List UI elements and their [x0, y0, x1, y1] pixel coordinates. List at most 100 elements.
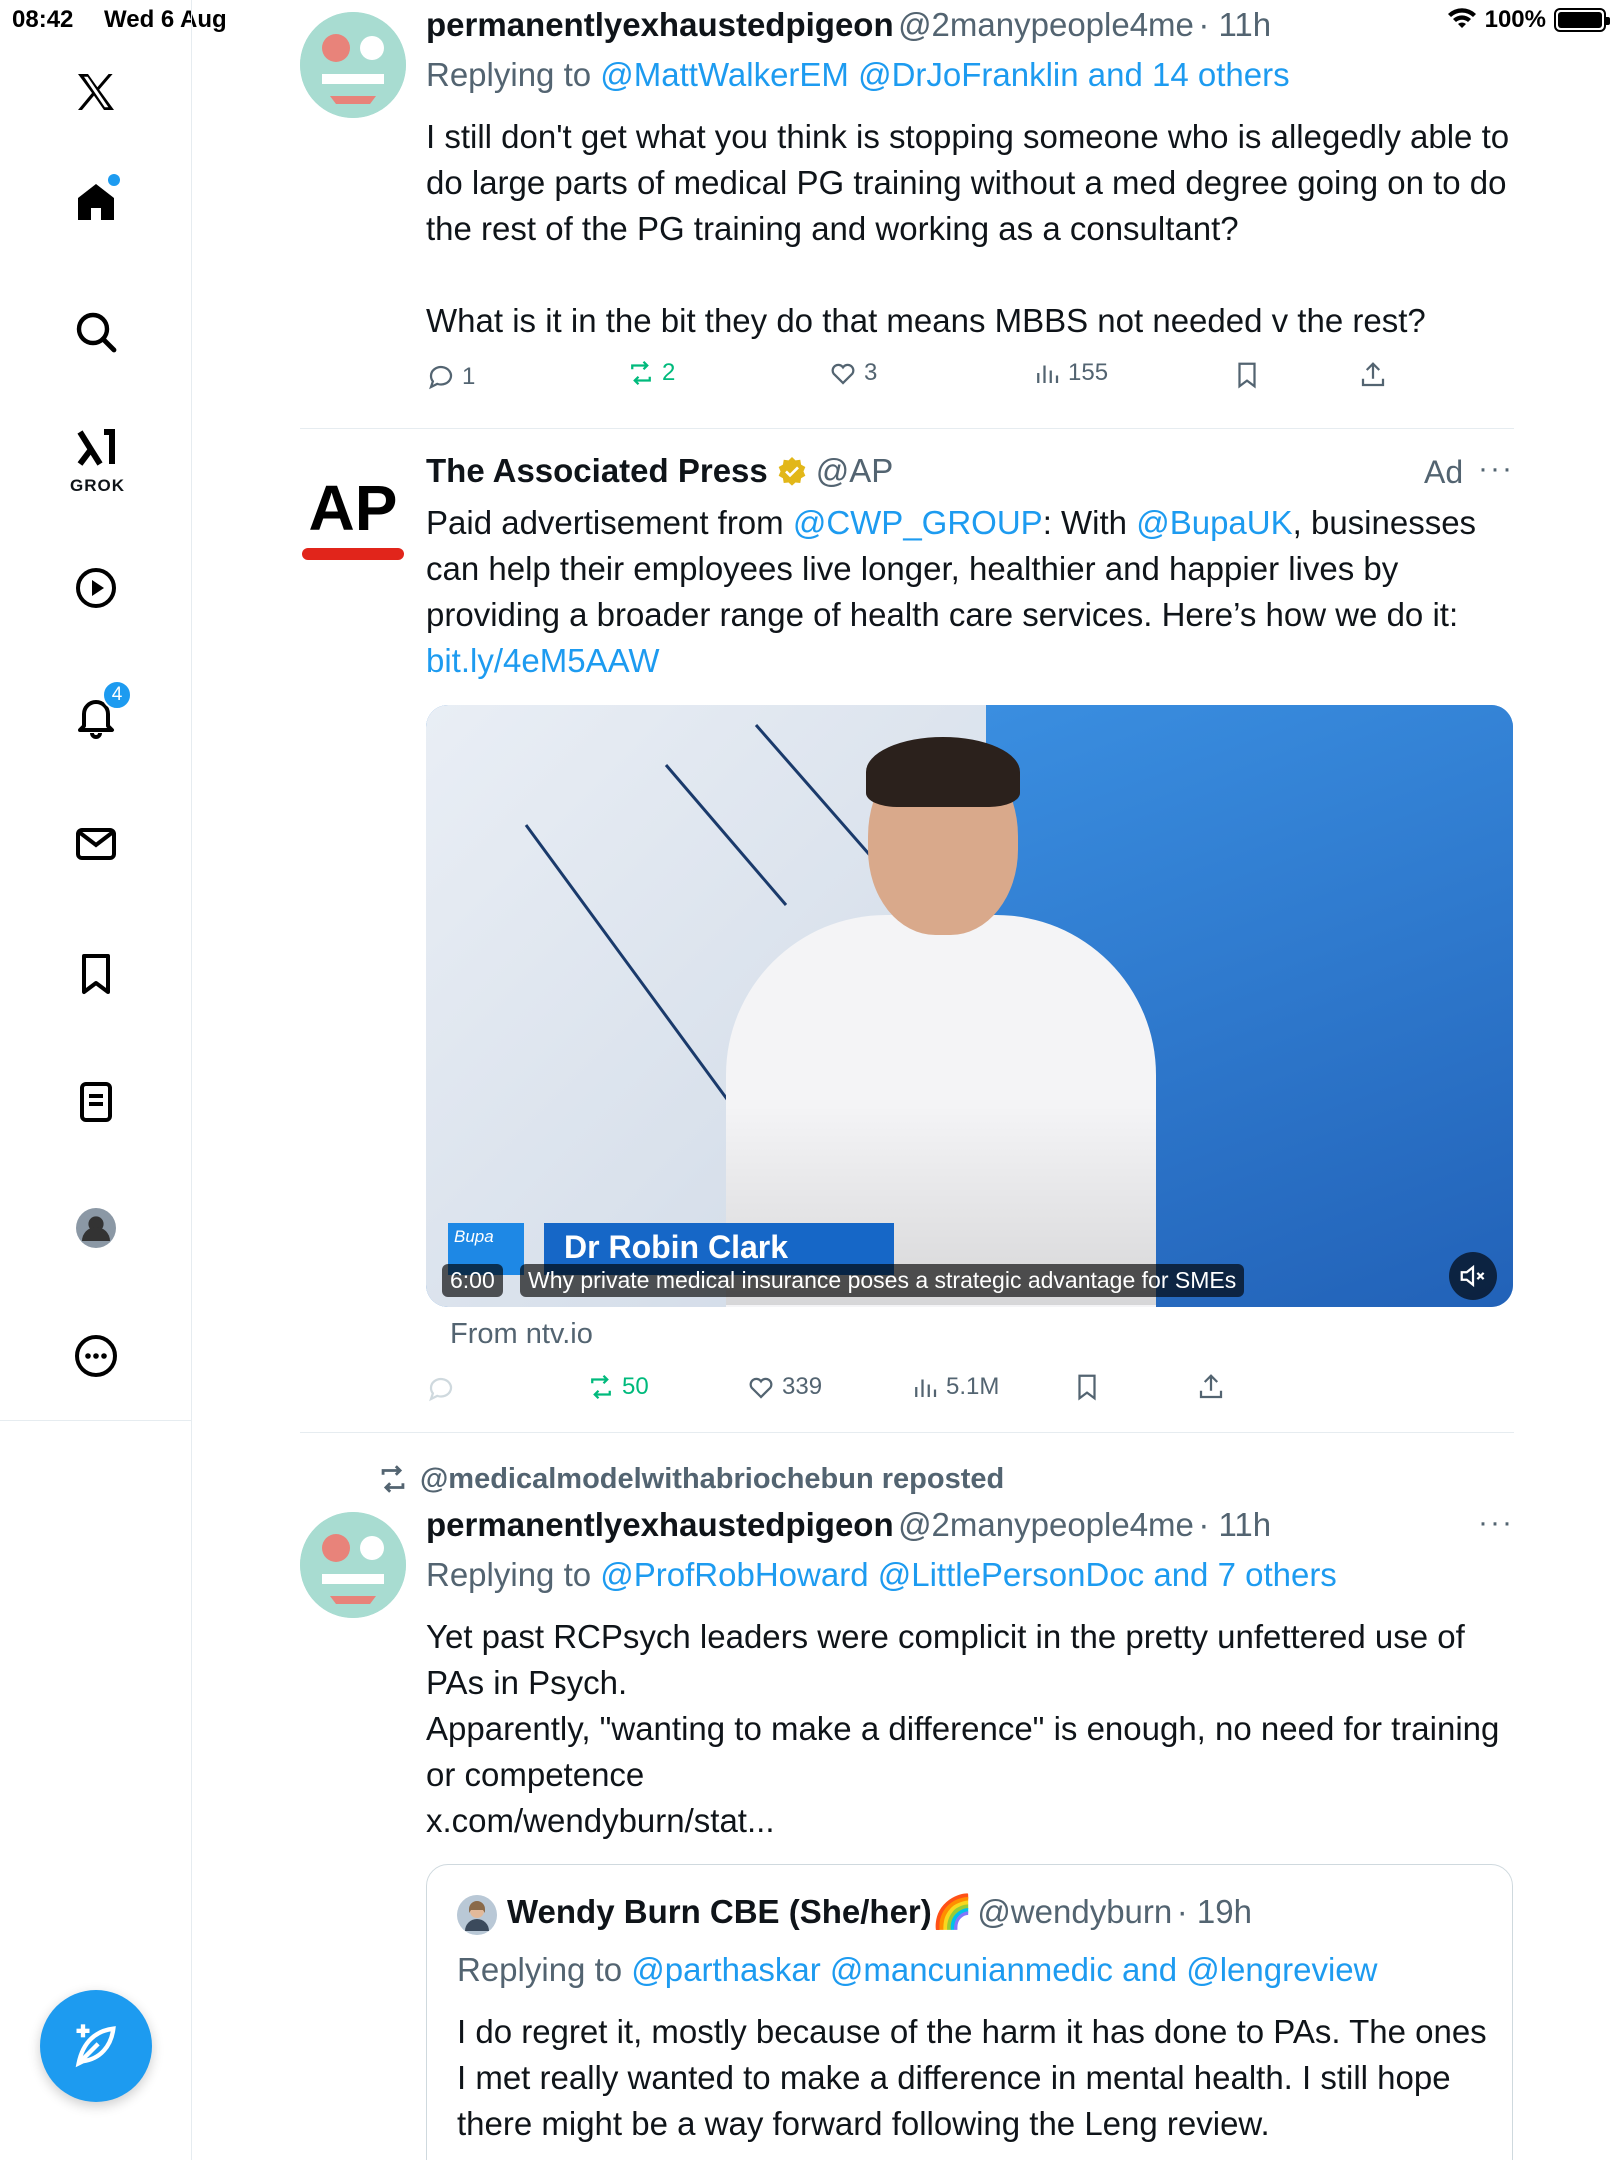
- video-duration: 6:00: [442, 1264, 503, 1297]
- replying-to: Replying to @MattWalkerEM @DrJoFranklin …: [426, 56, 1290, 94]
- tweet-text-2: Apparently, "wanting to make a differenc…: [426, 1710, 1500, 1793]
- repost-count: 50: [622, 1373, 649, 1400]
- reply-count: 1: [462, 363, 476, 390]
- repost-banner-text[interactable]: @medicalmodelwithabriochebun reposted: [420, 1463, 1004, 1496]
- messages-icon[interactable]: [66, 814, 126, 874]
- notifications-badge: 4: [102, 680, 132, 710]
- grok-icon[interactable]: [66, 420, 126, 476]
- author-handle[interactable]: @2manypeople4me: [898, 1506, 1194, 1543]
- mention-cwp[interactable]: @CWP_GROUP: [793, 504, 1043, 541]
- share-button[interactable]: [1196, 1372, 1226, 1402]
- quote-time: · 19h: [1176, 1893, 1252, 1930]
- author-name[interactable]: permanentlyexhaustedpigeon: [426, 6, 894, 43]
- sidebar-divider: [0, 1420, 192, 1421]
- wifi-icon: [1447, 8, 1476, 28]
- repost-icon: [631, 360, 651, 386]
- more-icon[interactable]: [66, 1326, 126, 1386]
- replying-to-links[interactable]: @MattWalkerEM @DrJoFranklin and 14 other…: [600, 56, 1289, 93]
- ad-source: From ntv.io: [450, 1318, 593, 1350]
- heart-icon: [831, 363, 855, 385]
- video-person-hair: [866, 737, 1020, 807]
- quote-tweet-card[interactable]: Wendy Burn CBE (She/her)🌈 @wendyburn · 1…: [426, 1864, 1513, 2160]
- tweet1-header: permanentlyexhaustedpigeon @2manypeople4…: [426, 6, 1271, 44]
- like-button[interactable]: 339: [746, 1372, 822, 1402]
- lists-icon[interactable]: [66, 1072, 126, 1132]
- tweet-text: I still don't get what you think is stop…: [426, 118, 1510, 247]
- quote-replying-to-links[interactable]: @parthaskar @mancunianmedic and @lengrev…: [631, 1951, 1377, 1988]
- sidebar: GROK 4: [0, 0, 192, 2160]
- like-count: 339: [782, 1373, 823, 1400]
- repost-icon: [381, 1465, 405, 1493]
- replying-to: Replying to @ProfRobHoward @LittlePerson…: [426, 1556, 1337, 1594]
- home-badge-dot: [108, 174, 120, 186]
- reply-button[interactable]: [426, 1374, 456, 1404]
- replying-prefix: Replying to: [426, 56, 592, 93]
- quote-avatar[interactable]: [457, 1895, 497, 1935]
- repost-button[interactable]: 2: [626, 358, 675, 388]
- reply-icon: [429, 1377, 453, 1402]
- mention-bupa[interactable]: @BupaUK: [1136, 504, 1292, 541]
- bookmarks-icon[interactable]: [66, 944, 126, 1004]
- ad-header: The Associated Press @AP: [426, 452, 893, 490]
- battery-percent: 100%: [1484, 6, 1546, 33]
- mute-button[interactable]: [1449, 1252, 1497, 1300]
- more-options-button[interactable]: ···: [1478, 1506, 1514, 1540]
- quote-text: I do regret it, mostly because of the ha…: [457, 2013, 1487, 2142]
- quote-link[interactable]: x.com/wendyburn/stat...: [426, 1798, 774, 1844]
- bookmark-icon: [1238, 362, 1256, 389]
- ad-text: Paid advertisement from @CWP_GROUP: With…: [426, 500, 1516, 684]
- more-options-button[interactable]: ···: [1478, 452, 1514, 486]
- home-icon[interactable]: [66, 172, 126, 232]
- quote-header: Wendy Burn CBE (She/her)🌈 @wendyburn · 1…: [507, 1893, 1252, 1932]
- tweet3-header: permanentlyexhaustedpigeon @2manypeople4…: [426, 1506, 1271, 1544]
- quote-author-handle[interactable]: @wendyburn: [977, 1893, 1172, 1930]
- avatar[interactable]: [300, 12, 406, 118]
- share-icon: [1199, 1374, 1223, 1399]
- repost-count: 2: [662, 359, 676, 386]
- bookmark-button[interactable]: [1072, 1372, 1102, 1402]
- tweet-divider: [300, 1432, 1514, 1433]
- avatar[interactable]: [300, 1512, 406, 1618]
- video-icon[interactable]: [66, 558, 126, 618]
- ap-avatar[interactable]: AP: [300, 470, 406, 576]
- author-name[interactable]: permanentlyexhaustedpigeon: [426, 1506, 894, 1543]
- verified-gold-icon: [778, 457, 806, 486]
- share-button[interactable]: [1358, 360, 1388, 390]
- tweet-text: Yet past RCPsych leaders were complicit …: [426, 1618, 1465, 1701]
- quote-author-name[interactable]: Wendy Burn CBE (She/her)🌈: [507, 1893, 973, 1930]
- svg-text:AP: AP: [309, 472, 398, 544]
- heart-icon: [749, 1377, 773, 1399]
- author-name[interactable]: The Associated Press: [426, 452, 768, 490]
- replying-prefix: Replying to: [426, 1556, 592, 1593]
- author-handle[interactable]: @2manypeople4me: [898, 6, 1194, 43]
- views-button[interactable]: 155: [1032, 358, 1108, 388]
- search-icon[interactable]: [66, 302, 126, 362]
- x-logo-icon[interactable]: [66, 62, 126, 122]
- repost-icon: [591, 1374, 611, 1400]
- like-count: 3: [864, 359, 878, 386]
- author-handle[interactable]: @AP: [816, 452, 894, 490]
- status-right: 100%: [1447, 6, 1610, 34]
- repost-banner: @medicalmodelwithabriochebun reposted: [376, 1462, 1004, 1496]
- reply-icon: [429, 365, 453, 390]
- reply-button[interactable]: 1: [426, 362, 475, 392]
- ad-video[interactable]: Bupa Dr Robin Clark 6:00 Why private med…: [426, 705, 1513, 1307]
- compose-button[interactable]: [40, 1990, 152, 2102]
- profile-icon[interactable]: [66, 1198, 126, 1258]
- notifications-icon[interactable]: 4: [66, 680, 132, 746]
- ad-link[interactable]: bit.ly/4eM5AAW: [426, 642, 660, 679]
- views-icon: [1037, 365, 1059, 383]
- like-button[interactable]: 3: [828, 358, 877, 388]
- repost-button[interactable]: 50: [586, 1372, 649, 1402]
- views-count: 5.1M: [946, 1373, 1000, 1400]
- views-count: 155: [1068, 359, 1109, 386]
- bookmark-button[interactable]: [1232, 360, 1262, 390]
- quote-replying-to: Replying to @parthaskar @mancunianmedic …: [457, 1951, 1377, 1989]
- replying-to-links[interactable]: @ProfRobHoward @LittlePersonDoc and 7 ot…: [600, 1556, 1337, 1593]
- tweet-text-2: What is it in the bit they do that means…: [426, 302, 1426, 339]
- ad-label: Ad: [1424, 454, 1464, 490]
- muted-speaker-icon: [1460, 1264, 1485, 1288]
- views-button[interactable]: 5.1M: [910, 1372, 999, 1402]
- tweet-divider: [300, 428, 1514, 429]
- ad-text-prefix: Paid advertisement from: [426, 504, 793, 541]
